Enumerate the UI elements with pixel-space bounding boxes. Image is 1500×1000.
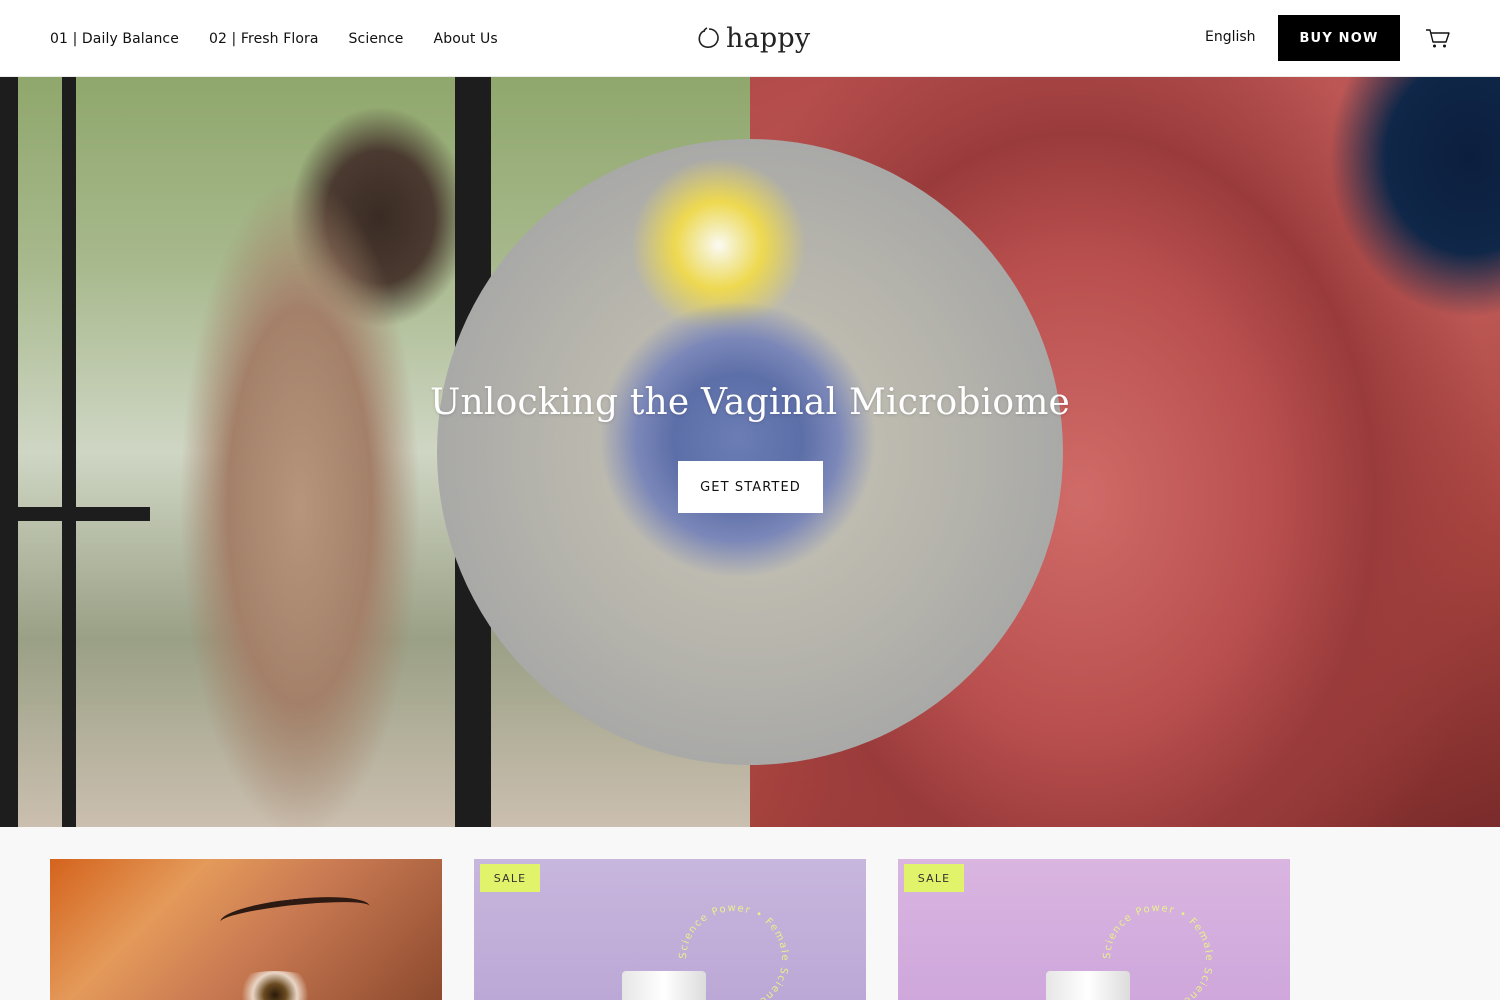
sale-badge: SALE — [904, 864, 964, 892]
cart-glyph-icon — [1426, 29, 1450, 48]
eyebrow-shape — [218, 891, 372, 937]
site-header: 01 | Daily Balance 02 | Fresh Flora Scie… — [0, 0, 1500, 77]
cart-icon[interactable] — [1425, 26, 1451, 50]
nav-daily-balance[interactable]: 01 | Daily Balance — [50, 31, 179, 47]
hero-circle-bacteria — [437, 139, 1063, 765]
hero-title: Unlocking the Vaginal Microbiome — [429, 382, 1071, 423]
hero-banner: Unlocking the Vaginal Microbiome GET STA… — [0, 77, 1500, 827]
eye-shape — [225, 971, 325, 1000]
logo-text: happy — [726, 22, 811, 54]
window-frame — [0, 507, 150, 521]
product-card-1[interactable] — [50, 859, 442, 1000]
product-card-3[interactable]: SALE Science Power • Female Science Powe… — [898, 859, 1290, 1000]
product-card-2[interactable]: SALE Science Power • Female Science Powe… — [474, 859, 866, 1000]
buy-now-button[interactable]: BUY NOW — [1278, 15, 1400, 61]
main-nav: 01 | Daily Balance 02 | Fresh Flora Scie… — [50, 0, 498, 77]
language-selector[interactable]: English — [1205, 29, 1256, 45]
nav-science[interactable]: Science — [349, 31, 404, 47]
nav-about-us[interactable]: About Us — [434, 31, 498, 47]
logo[interactable]: happy — [696, 18, 810, 58]
get-started-button[interactable]: GET STARTED — [678, 461, 823, 513]
window-frame — [62, 77, 76, 827]
product-jar — [622, 971, 706, 1000]
window-frame — [0, 77, 18, 827]
nav-fresh-flora[interactable]: 02 | Fresh Flora — [209, 31, 319, 47]
logo-mark-icon — [698, 27, 719, 48]
sale-badge: SALE — [480, 864, 540, 892]
product-jar — [1046, 971, 1130, 1000]
